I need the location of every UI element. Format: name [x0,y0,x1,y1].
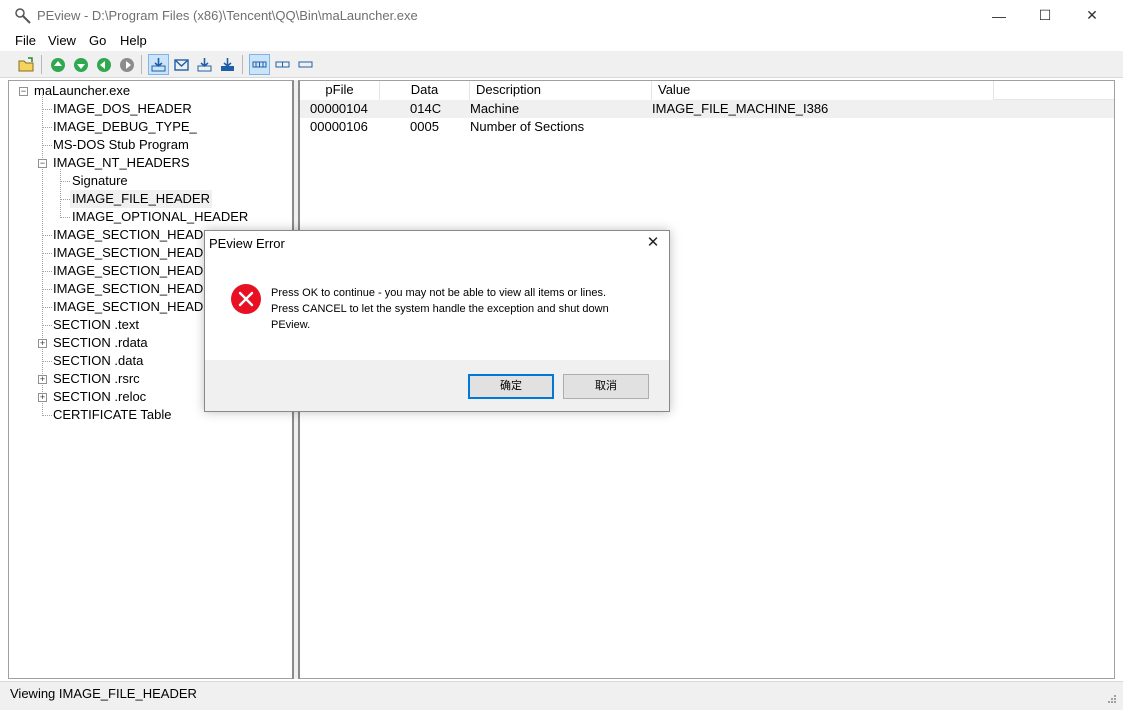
dialog-message-line: PEview. [271,319,311,331]
tree-item[interactable]: IMAGE_NT_HEADERS [53,154,190,172]
column-header-value[interactable]: Value [652,81,994,100]
dialog-message: Press OK to continue - you may not be ab… [271,285,651,333]
green-down-arrow-icon [73,57,88,72]
blue-down-tray-icon [197,58,212,72]
list-view-icon [275,61,290,68]
menu-help[interactable]: Help [120,33,147,48]
cell-data: 0005 [410,119,439,134]
column-header-data[interactable]: Data [380,81,470,100]
cell-data: 014C [410,101,442,116]
menu-go[interactable]: Go [89,33,106,48]
menu-file[interactable]: File [15,33,36,48]
status-bar: Viewing IMAGE_FILE_HEADER [0,681,1123,710]
column-header-pfile[interactable]: pFile [300,81,380,100]
error-icon [231,284,261,314]
error-dialog: PEview Error ✕ Press OK to continue - yo… [204,230,670,412]
ok-button[interactable]: 确定 [468,374,554,399]
menu-bar: File View Go Help [0,31,1123,51]
tree-item[interactable]: Signature [72,172,128,190]
tree-item[interactable]: SECTION .rsrc [53,370,140,388]
magnifier-app-icon [15,8,31,24]
title-bar: PEview - D:\Program Files (x86)\Tencent\… [0,0,1123,31]
window-title: PEview - D:\Program Files (x86)\Tencent\… [37,8,418,23]
tree-item-root[interactable]: maLauncher.exe [34,82,130,100]
dialog-close-button[interactable]: ✕ [645,235,661,251]
tree-item[interactable]: CERTIFICATE Table [53,406,171,424]
cell-value: IMAGE_FILE_MACHINE_I386 [652,101,829,116]
tree-expand-toggle[interactable]: + [38,393,47,402]
go-back-button[interactable] [93,54,114,75]
blue-envelope-icon [174,59,189,71]
small-view-icon [298,61,313,68]
tree-item[interactable]: IMAGE_DOS_HEADER [53,100,192,118]
cell-description: Machine [470,101,520,116]
dialog-message-line: Press CANCEL to let the system handle th… [271,303,609,315]
tree-item[interactable]: MS-DOS Stub Program [53,136,189,154]
green-left-arrow-icon [96,57,111,72]
view-list-button[interactable] [272,54,293,75]
minimize-button[interactable]: — [976,0,1022,31]
cell-description: Number of Sections [470,119,585,134]
close-button[interactable]: ✕ [1069,0,1115,31]
cancel-button[interactable]: 取消 [563,374,649,399]
cell-pfile: 00000106 [310,119,368,134]
column-header-description[interactable]: Description [470,81,652,100]
open-file-button[interactable] [16,54,37,75]
go-forward-button[interactable] [116,54,137,75]
cell-pfile: 00000104 [310,101,368,116]
view-byte-button[interactable] [148,54,169,75]
details-view-icon [252,61,267,68]
tree-item[interactable]: IMAGE_OPTIONAL_HEADER [72,208,248,226]
blue-down-tray-icon [151,58,166,72]
status-text: Viewing IMAGE_FILE_HEADER [10,686,197,701]
gray-right-arrow-icon [119,57,134,72]
menu-view[interactable]: View [48,33,76,48]
tree-expand-toggle[interactable]: + [38,339,47,348]
view-details-button[interactable] [249,54,270,75]
resize-grip-icon[interactable] [1107,694,1117,704]
blue-down-tray-icon [221,58,234,71]
tree-item[interactable]: SECTION .rdata [53,334,148,352]
tree-item[interactable]: SECTION .data [53,352,143,370]
tree-item[interactable]: SECTION .text [53,316,139,334]
toolbar [0,51,1123,78]
tree-collapse-toggle[interactable]: − [38,159,47,168]
green-up-arrow-icon [50,57,65,72]
tree-item[interactable]: IMAGE_DEBUG_TYPE_ [53,118,197,136]
view-small-button[interactable] [295,54,316,75]
dialog-message-line: Press OK to continue - you may not be ab… [271,287,607,299]
tree-item[interactable]: SECTION .reloc [53,388,146,406]
table-row[interactable]: 00000104 014C Machine IMAGE_FILE_MACHINE… [300,100,1114,118]
tree-item-selected[interactable]: IMAGE_FILE_HEADER [70,190,212,208]
dialog-title: PEview Error [209,236,285,251]
go-up-button[interactable] [47,54,68,75]
open-folder-icon [18,56,33,71]
view-word-button[interactable] [171,54,192,75]
go-down-button[interactable] [70,54,91,75]
grid-header: pFile Data Description Value [300,81,1114,100]
table-row[interactable]: 00000106 0005 Number of Sections [300,118,1114,136]
view-dword-button[interactable] [194,54,215,75]
dialog-footer: 确定 取消 [205,360,669,411]
view-qword-button[interactable] [217,54,238,75]
tree-expand-toggle[interactable]: + [38,375,47,384]
maximize-button[interactable]: ☐ [1022,0,1068,31]
tree-collapse-toggle[interactable]: − [19,87,28,96]
